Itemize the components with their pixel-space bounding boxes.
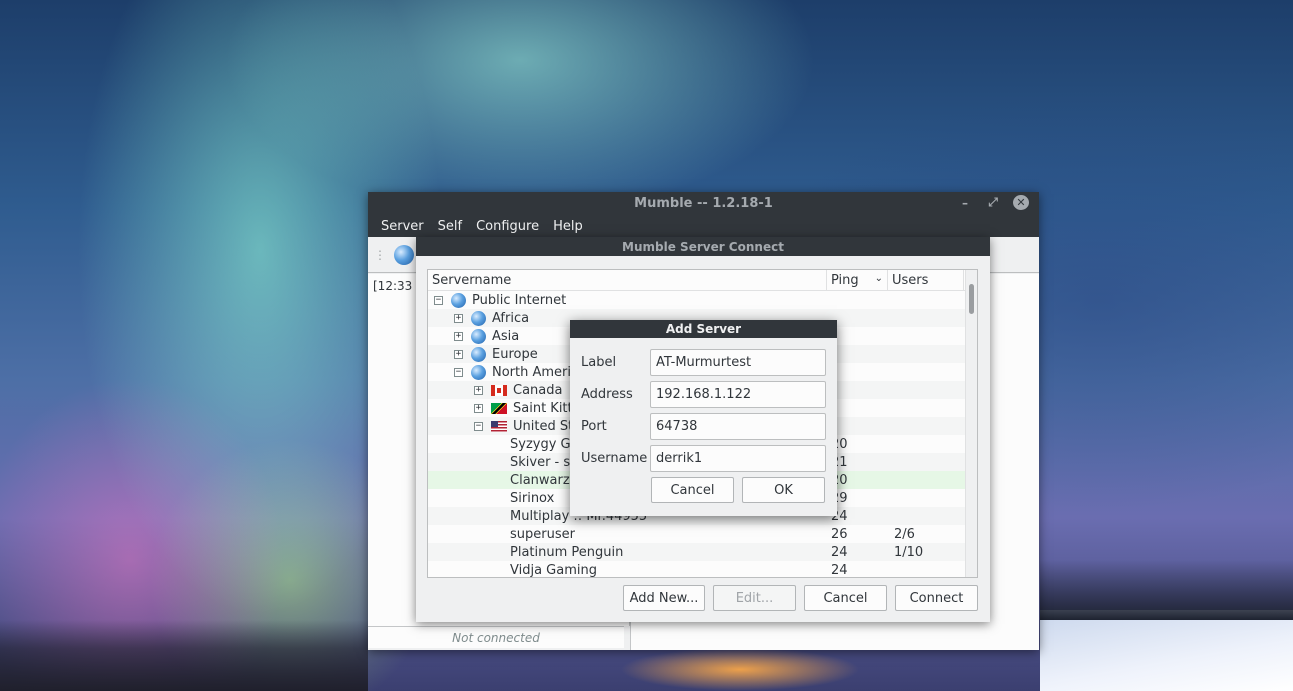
- expand-icon[interactable]: +: [474, 403, 483, 413]
- server-row[interactable]: Vidja Gaming 24: [428, 561, 977, 578]
- globe-icon: [471, 310, 486, 326]
- minimize-icon[interactable]: –: [957, 196, 973, 210]
- us-flag-icon: [491, 420, 507, 432]
- tree-scrollbar[interactable]: [965, 270, 977, 577]
- collapse-icon[interactable]: −: [434, 295, 443, 305]
- expand-icon[interactable]: +: [454, 331, 463, 341]
- wallpaper-trees-left: [0, 620, 368, 691]
- port-input[interactable]: 64738: [650, 413, 826, 440]
- expand-icon[interactable]: +: [454, 349, 463, 359]
- server-name: Vidja Gaming: [510, 562, 597, 578]
- wallpaper-glow: [620, 648, 860, 691]
- scrollbar-thumb[interactable]: [969, 284, 974, 314]
- connect-button[interactable]: Connect: [895, 585, 978, 611]
- row-label: Europe: [492, 346, 538, 362]
- dialog-title: Mumble Server Connect: [416, 237, 990, 256]
- maximize-icon[interactable]: ⤢: [985, 195, 1001, 210]
- server-ping: 26: [831, 526, 848, 542]
- chat-input[interactable]: Not connected: [368, 626, 624, 648]
- username-input[interactable]: derrik1: [650, 445, 826, 472]
- menu-help[interactable]: Help: [546, 219, 590, 234]
- column-servername[interactable]: Servername: [428, 270, 827, 290]
- server-name: Sirinox: [510, 490, 555, 506]
- globe-icon: [451, 292, 466, 308]
- menu-server[interactable]: Server: [374, 219, 431, 234]
- add-server-cancel-button[interactable]: Cancel: [651, 477, 734, 503]
- address-field-label: Address: [581, 387, 633, 402]
- server-users: 2/6: [894, 526, 915, 542]
- expand-icon[interactable]: +: [474, 385, 483, 395]
- label-input[interactable]: AT-Murmurtest: [650, 349, 826, 376]
- wallpaper-trees-right: [1040, 560, 1293, 620]
- add-server-title: Add Server: [570, 320, 837, 338]
- server-ping: 24: [831, 562, 848, 578]
- server-ping: 24: [831, 544, 848, 560]
- edit-button[interactable]: Edit...: [713, 585, 796, 611]
- server-users: 1/10: [894, 544, 924, 560]
- connect-globe-icon[interactable]: [394, 244, 414, 265]
- globe-icon: [471, 364, 486, 380]
- wallpaper-snow: [1040, 610, 1293, 691]
- menubar: Server Self Configure Help: [368, 215, 1039, 237]
- port-field-label: Port: [581, 419, 607, 434]
- address-input[interactable]: 192.168.1.122: [650, 381, 826, 408]
- server-name: Platinum Penguin: [510, 544, 624, 560]
- column-ping-label: Ping: [831, 273, 859, 288]
- add-server-dialog: Add Server Label AT-Murmurtest Address 1…: [570, 320, 837, 516]
- status-text: Not connected: [452, 630, 540, 645]
- toolbar-grip[interactable]: ⋮: [374, 248, 386, 262]
- username-field-label: Username: [581, 451, 648, 466]
- add-server-ok-button[interactable]: OK: [742, 477, 825, 503]
- cancel-button[interactable]: Cancel: [804, 585, 887, 611]
- row-label: Canada: [513, 382, 563, 398]
- window-title: Mumble -- 1.2.18-1: [634, 196, 773, 211]
- server-row[interactable]: superuser 26 2/6: [428, 525, 977, 543]
- log-timestamp: [12:33: [373, 279, 413, 293]
- globe-icon: [471, 346, 486, 362]
- server-name: Syzygy Ga: [510, 436, 579, 452]
- column-ping[interactable]: Ping ⌄: [827, 270, 888, 290]
- collapse-icon[interactable]: −: [454, 367, 463, 377]
- window-titlebar: Mumble -- 1.2.18-1 – ⤢ ✕: [368, 192, 1039, 215]
- add-new-button[interactable]: Add New...: [623, 585, 705, 611]
- server-row[interactable]: Platinum Penguin 24 1/10: [428, 543, 977, 561]
- server-name: superuser: [510, 526, 575, 542]
- close-icon[interactable]: ✕: [1013, 195, 1029, 210]
- row-label: Africa: [492, 310, 530, 326]
- collapse-icon[interactable]: −: [474, 421, 483, 431]
- tree-header: Servername Ping ⌄ Users: [428, 270, 977, 291]
- tree-row-public-internet[interactable]: − Public Internet: [428, 291, 977, 309]
- server-name: Skiver - sk: [510, 454, 578, 470]
- row-label: Asia: [492, 328, 520, 344]
- expand-icon[interactable]: +: [454, 313, 463, 323]
- saint-kitts-flag-icon: [491, 402, 507, 414]
- column-users[interactable]: Users: [888, 270, 964, 290]
- menu-self[interactable]: Self: [431, 219, 469, 234]
- sort-chevron-icon: ⌄: [874, 273, 883, 284]
- row-label: Public Internet: [472, 292, 567, 308]
- server-name: Clanwarz: [510, 472, 570, 488]
- label-field-label: Label: [581, 355, 617, 370]
- globe-icon: [471, 328, 486, 344]
- menu-configure[interactable]: Configure: [469, 219, 546, 234]
- canada-flag-icon: [491, 384, 507, 396]
